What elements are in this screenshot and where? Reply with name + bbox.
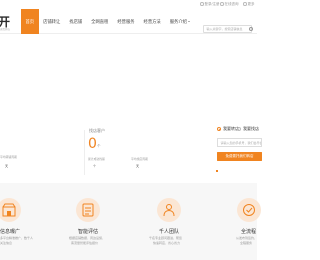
indicator-dot [216, 170, 218, 172]
feature-desc: 快速转店、省心省力 [153, 241, 181, 245]
feature-desc: 多平台精准推广，数千人 [0, 236, 34, 240]
more-link[interactable]: 更多 [243, 2, 255, 7]
phone-icon [243, 2, 247, 6]
shop-seekers-title: 找店客户 [89, 128, 105, 133]
avg-transfer-cycle-label: 平均转铺周期 [0, 155, 17, 159]
feature-title: 全流程 [241, 229, 257, 235]
feature-desc: 关注信息 [0, 241, 13, 245]
logo-tagline: 无忧开店 [0, 28, 11, 31]
radio-find[interactable] [237, 127, 241, 131]
top-bar: 登录/注册 在线咨询 更多 [0, 0, 257, 9]
avg-find-cycle-label: 平均找店周期 [131, 157, 148, 161]
search-icon[interactable] [249, 26, 253, 31]
login-link[interactable]: 登录/注册 [200, 2, 219, 7]
nav-label: 首页 [25, 18, 35, 24]
avg-find-cycle-unit: 天 [136, 164, 140, 168]
feature-icon-wrap [237, 198, 261, 222]
service-link-label[interactable]: 在线咨询 [225, 2, 239, 6]
more-link-label[interactable]: 更多 [248, 2, 255, 6]
assessment-icon [82, 203, 94, 217]
main-nav: 首页 店铺转让 找店铺 全网直租 经营服务 经营方法 服务介绍 [21, 9, 194, 34]
avg-transfer-cycle-unit: 天 [5, 164, 9, 168]
login-link-label[interactable]: 登录/注册 [205, 2, 220, 6]
nav-item-find-shop[interactable]: 找店铺 [65, 9, 87, 34]
user-icon [200, 2, 204, 6]
nav-label: 店铺转让 [43, 18, 61, 24]
features-section [0, 183, 257, 260]
nav-item-business-service[interactable]: 经营服务 [113, 9, 139, 34]
total-found-unit: 个 [93, 164, 97, 168]
header: 开 无忧开店 首页 店铺转让 找店铺 全网直租 经营服务 经营方法 服务介绍 输… [0, 9, 257, 34]
feature-title: 千人团队 [159, 229, 180, 235]
feature-desc: 千名专业顾问跟进，帮您 [149, 236, 183, 240]
team-icon [163, 204, 175, 217]
feature-icon-wrap [76, 198, 100, 222]
chevron-down-icon [187, 21, 190, 22]
nav-label: 服务介绍 [169, 18, 187, 24]
nav-label: 经营服务 [117, 18, 135, 24]
service-link[interactable]: 在线咨询 [220, 2, 239, 7]
feature-desc: 全程服务 [240, 241, 253, 245]
feature-icon-wrap [157, 198, 181, 222]
divider [84, 130, 85, 175]
feature-title: 信息曝广 [0, 229, 21, 235]
feature-title: 智能评估 [78, 229, 99, 235]
shop-icon [2, 203, 16, 217]
nav-item-transfer[interactable]: 店铺转让 [39, 9, 65, 34]
nav-label: 找店铺 [69, 18, 83, 24]
nav-item-home[interactable]: 首页 [21, 9, 39, 34]
nav-label: 全网直租 [91, 18, 109, 24]
chat-icon [220, 2, 224, 6]
search-input[interactable]: 输入关键字，搜索店铺信息 [203, 25, 252, 33]
nav-item-direct-rent[interactable]: 全网直租 [87, 9, 113, 34]
feature-desc: 客流量智能评估报价 [71, 241, 99, 245]
tab-find[interactable]: 我要找店 [243, 126, 259, 132]
shop-seekers-count: 0 [88, 136, 97, 152]
shop-seekers-unit: 个 [97, 144, 101, 148]
total-found-label: 累计成功找铺 [88, 157, 105, 161]
nav-item-service-intro[interactable]: 服务介绍 [165, 9, 194, 34]
feature-desc: 根据店铺数据、周边设施、 [69, 236, 106, 240]
radio-transfer[interactable] [217, 127, 221, 131]
nav-item-business-method[interactable]: 经营方法 [139, 9, 165, 34]
nav-label: 经营方法 [143, 18, 161, 24]
form-tabs: 我要转店 我要找店 [217, 126, 259, 134]
submit-button[interactable]: 免费委托我们转店 [217, 152, 262, 161]
phone-input[interactable]: 请输入您的手机号，我们会尽快联系您 [217, 138, 262, 147]
process-icon [243, 204, 255, 216]
feature-desc: 从发布到签约， [236, 236, 258, 240]
